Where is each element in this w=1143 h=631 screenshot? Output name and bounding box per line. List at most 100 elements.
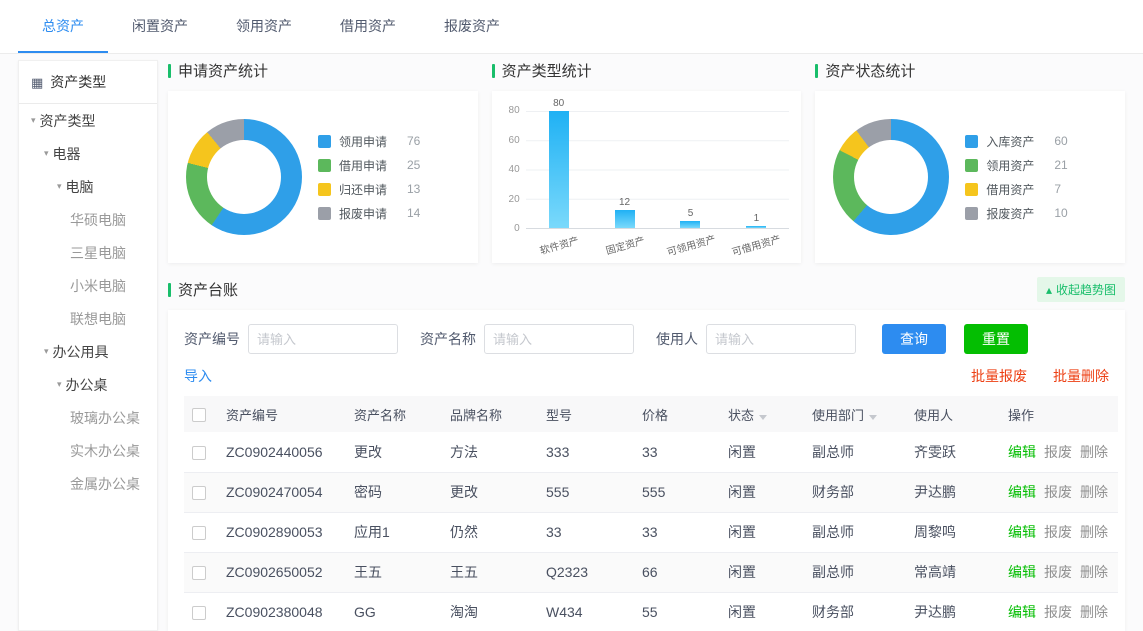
table-cell: 更改 <box>442 472 538 512</box>
tree-item-4[interactable]: 华硕电脑 <box>19 203 157 236</box>
scrap-link[interactable]: 报废 <box>1044 444 1072 460</box>
reset-button[interactable]: 重置 <box>964 324 1028 354</box>
delete-link[interactable]: 删除 <box>1080 564 1108 580</box>
tree-item-9[interactable]: ▾办公桌 <box>19 368 157 401</box>
row-checkbox[interactable] <box>192 606 206 620</box>
edit-link[interactable]: 编辑 <box>1008 444 1036 460</box>
legend-item[interactable]: 入库资产60 <box>965 133 1067 150</box>
tree-item-label: 资产类型 <box>40 111 96 131</box>
edit-link[interactable]: 编辑 <box>1008 524 1036 540</box>
delete-link[interactable]: 删除 <box>1080 524 1108 540</box>
scrap-link[interactable]: 报废 <box>1044 484 1072 500</box>
scrap-link[interactable]: 报废 <box>1044 524 1072 540</box>
bar[interactable]: 1 <box>746 226 766 228</box>
tree-item-1[interactable]: ▾资产类型 <box>19 104 157 137</box>
legend-value: 10 <box>1054 206 1067 220</box>
table-cell: 常高靖 <box>906 552 1000 592</box>
scrap-link[interactable]: 报废 <box>1044 564 1072 580</box>
legend-item[interactable]: 报废资产10 <box>965 205 1067 222</box>
table-cell: 33 <box>538 512 634 552</box>
tree-item-label: 三星电脑 <box>70 243 126 263</box>
legend-item[interactable]: 领用资产21 <box>965 157 1067 174</box>
tree-item-5[interactable]: 三星电脑 <box>19 236 157 269</box>
legend-item[interactable]: 报废申请14 <box>318 205 420 222</box>
delete-link[interactable]: 删除 <box>1080 604 1108 620</box>
table-cell: 淘淘 <box>442 592 538 631</box>
bar[interactable]: 80 <box>549 111 569 228</box>
delete-link[interactable]: 删除 <box>1080 444 1108 460</box>
column-header-label: 资产名称 <box>354 408 406 423</box>
legend-item[interactable]: 归还申请13 <box>318 181 420 198</box>
row-checkbox[interactable] <box>192 526 206 540</box>
legend-item[interactable]: 借用资产7 <box>965 181 1067 198</box>
select-all-checkbox[interactable] <box>192 408 206 422</box>
row-checkbox[interactable] <box>192 446 206 460</box>
table-cell: 密码 <box>346 472 442 512</box>
tree-item-11[interactable]: 实木办公桌 <box>19 434 157 467</box>
tree-item-8[interactable]: ▾办公用具 <box>19 335 157 368</box>
apply-stats-title-text: 申请资产统计 <box>178 60 268 81</box>
tab-5[interactable]: 报废资产 <box>420 0 524 53</box>
row-checkbox[interactable] <box>192 566 206 580</box>
collapse-trend-button[interactable]: ▴ 收起趋势图 <box>1037 277 1125 302</box>
asset-name-input[interactable] <box>484 324 634 354</box>
table-cell: 555 <box>634 472 720 512</box>
table-row: ZC0902650052王五王五Q232366闲置副总师常高靖编辑报废删除 <box>184 552 1118 592</box>
batch-delete-link[interactable]: 批量删除 <box>1053 366 1109 386</box>
bar[interactable]: 12 <box>615 210 635 228</box>
legend-label: 报废申请 <box>339 205 399 222</box>
tree-item-2[interactable]: ▾电器 <box>19 137 157 170</box>
query-button[interactable]: 查询 <box>882 324 946 354</box>
bar[interactable]: 5 <box>680 221 700 228</box>
bar-value-label: 12 <box>619 197 630 208</box>
table-cell: 闲置 <box>720 472 804 512</box>
legend-swatch-icon <box>318 207 331 220</box>
tree-item-6[interactable]: 小米电脑 <box>19 269 157 302</box>
title-marker <box>815 64 818 78</box>
tree-item-label: 华硕电脑 <box>70 210 126 230</box>
panel-apply-stats: 申请资产统计 领用申请76 借用申请25 归还申请13 报废申请14 <box>168 60 478 263</box>
tab-2[interactable]: 闲置资产 <box>108 0 212 53</box>
table-cell: 闲置 <box>720 432 804 472</box>
tree-item-3[interactable]: ▾电脑 <box>19 170 157 203</box>
title-marker <box>168 283 171 297</box>
row-select-cell <box>184 432 218 472</box>
row-checkbox[interactable] <box>192 486 206 500</box>
edit-link[interactable]: 编辑 <box>1008 564 1036 580</box>
tab-4[interactable]: 借用资产 <box>316 0 420 53</box>
legend-item[interactable]: 借用申请25 <box>318 157 420 174</box>
title-marker <box>168 64 171 78</box>
delete-link[interactable]: 删除 <box>1080 484 1108 500</box>
batch-scrap-link[interactable]: 批量报废 <box>971 366 1027 386</box>
table-cell: GG <box>346 592 442 631</box>
type-stats-title-text: 资产类型统计 <box>502 60 592 81</box>
sidebar-header: ▦ 资产类型 <box>19 61 157 104</box>
user-filter: 使用人 <box>656 324 856 354</box>
legend-item[interactable]: 领用申请76 <box>318 133 420 150</box>
filter-icon[interactable] <box>869 415 877 420</box>
asset-code-input[interactable] <box>248 324 398 354</box>
table-cell: 王五 <box>346 552 442 592</box>
tab-3[interactable]: 领用资产 <box>212 0 316 53</box>
table-cell: 财务部 <box>804 592 906 631</box>
links-row: 导入 批量报废 批量删除 <box>184 366 1109 386</box>
filter-icon[interactable] <box>759 415 767 420</box>
ledger-title: 资产台账 <box>168 279 238 300</box>
import-link[interactable]: 导入 <box>184 366 212 386</box>
edit-link[interactable]: 编辑 <box>1008 484 1036 500</box>
status-donut-chart <box>833 119 949 235</box>
scrap-link[interactable]: 报废 <box>1044 604 1072 620</box>
row-select-cell <box>184 552 218 592</box>
row-select-cell <box>184 512 218 552</box>
user-input[interactable] <box>706 324 856 354</box>
collapse-trend-label: 收起趋势图 <box>1056 281 1116 298</box>
tree-item-7[interactable]: 联想电脑 <box>19 302 157 335</box>
edit-link[interactable]: 编辑 <box>1008 604 1036 620</box>
actions-cell: 编辑报废删除 <box>1000 472 1118 512</box>
legend-swatch-icon <box>318 159 331 172</box>
tree-item-10[interactable]: 玻璃办公桌 <box>19 401 157 434</box>
ledger-panel: 资产编号 资产名称 使用人 查询 重置 导入 批量报废 批量删除 <box>168 310 1125 631</box>
table-body: ZC0902440056更改方法33333闲置副总师齐雯跃编辑报废删除ZC090… <box>184 432 1118 631</box>
tab-1[interactable]: 总资产 <box>18 0 108 53</box>
tree-item-12[interactable]: 金属办公桌 <box>19 467 157 500</box>
